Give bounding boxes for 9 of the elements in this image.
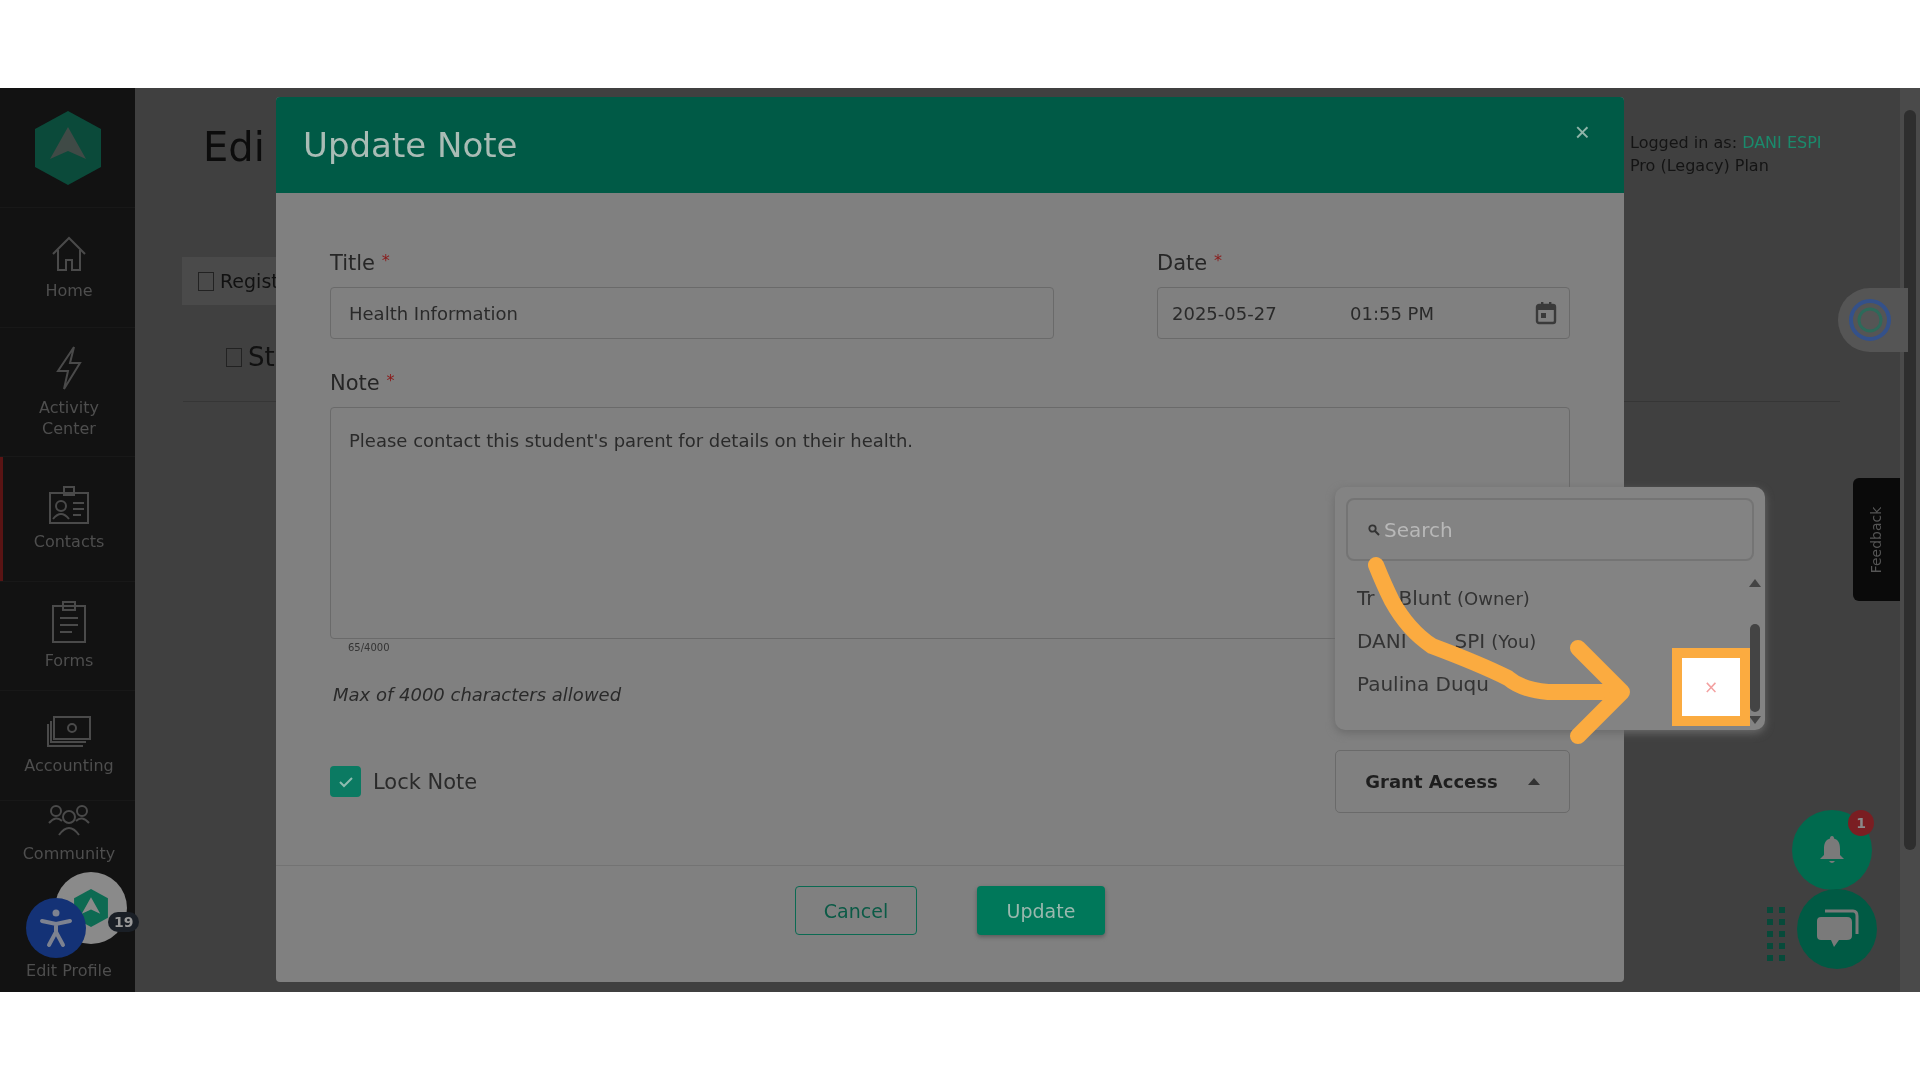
field-label: Date *: [1157, 251, 1223, 275]
field-label: Note *: [330, 371, 396, 395]
time-value: 01:55 PM: [1350, 302, 1435, 324]
modal-title: Update Note: [303, 125, 518, 165]
user-role: (Owner): [1457, 588, 1530, 609]
hint-text: Max of 4000 characters allowed: [332, 684, 622, 705]
date-value: 2025-05-27: [1172, 302, 1278, 324]
checkbox-label: Lock Note: [373, 769, 478, 794]
field-label: Title *: [330, 251, 391, 275]
